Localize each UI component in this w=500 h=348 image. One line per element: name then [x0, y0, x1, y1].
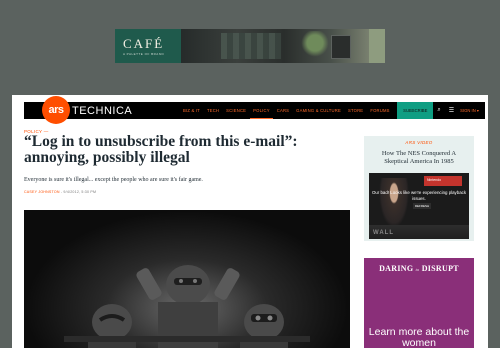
sidebar-ad[interactable]: DARING to DISRUPT Learn more about the w…: [364, 258, 474, 348]
ad-brand: CAFÉ: [123, 35, 165, 51]
video-thumbnail-person: [379, 178, 409, 228]
nav-forums[interactable]: Forums: [367, 102, 393, 119]
sidebar-ad-title: DARING to DISRUPT: [364, 264, 474, 273]
site-logo[interactable]: ars TECHNICA: [24, 95, 133, 124]
top-ad-banner[interactable]: CAFÉ A PALETTE OF BRAND: [115, 29, 385, 63]
nav-biz-it[interactable]: Biz & IT: [179, 102, 203, 119]
sidebar-ad-body: Learn more about the women: [368, 326, 470, 348]
top-nav: ars TECHNICA Biz & IT Tech Science Polic…: [24, 95, 485, 124]
article-headline: “Log in to unsubscribe from this e-mail”…: [24, 133, 298, 166]
ad-stove: [331, 35, 351, 59]
video-bar-text: WALL: [373, 230, 394, 236]
byline: Casey Johnston - 9/4/2012, 5:30 PM: [24, 190, 96, 194]
sign-in-link[interactable]: Sign in ▾: [458, 108, 485, 113]
nav-gaming-culture[interactable]: Gaming & Culture: [293, 102, 345, 119]
nav-cars[interactable]: Cars: [273, 102, 292, 119]
search-icon[interactable]: ⌕: [433, 107, 444, 114]
video-refresh-button[interactable]: REFRESH: [413, 203, 431, 209]
nav-policy[interactable]: Policy: [249, 102, 274, 119]
nav-store[interactable]: Store: [344, 102, 366, 119]
ad-tagline: A PALETTE OF BRAND: [123, 51, 165, 56]
video-thumbnail-screen: Nintendo: [424, 176, 462, 186]
ars-video-card[interactable]: Ars Video How The NES Conquered A Skepti…: [364, 136, 474, 241]
video-error-message: Our bad! Looks like we're experiencing p…: [371, 190, 467, 201]
logo-ars-circle: ars: [42, 95, 70, 124]
logo-wordmark: TECHNICA: [72, 104, 133, 117]
article-dek: Everyone is sure it's illegal... except …: [24, 177, 203, 183]
publish-date: - 9/4/2012, 5:30 PM: [60, 190, 97, 194]
video-title[interactable]: How The NES Conquered A Skeptical Americ…: [372, 150, 466, 166]
nav-science[interactable]: Science: [223, 102, 250, 119]
page: ars TECHNICA Biz & IT Tech Science Polic…: [12, 95, 488, 348]
sidebar-ad-title-to: to: [415, 267, 420, 272]
subscribe-button[interactable]: Subscribe: [397, 102, 434, 119]
sidebar-ad-title-right: DISRUPT: [421, 264, 459, 273]
menu-icon[interactable]: ☰: [445, 107, 458, 114]
author-link[interactable]: Casey Johnston: [24, 190, 60, 194]
video-lower-bar: WALL: [369, 225, 469, 239]
hero-image: [24, 210, 350, 348]
sidebar-ad-title-left: DARING: [379, 264, 414, 273]
nav-links: Biz & IT Tech Science Policy Cars Gaming…: [179, 102, 485, 119]
nav-tech[interactable]: Tech: [203, 102, 222, 119]
video-section-label: Ars Video: [405, 140, 433, 145]
ad-kitchen-image: [181, 29, 369, 63]
video-screen-text: Nintendo: [427, 178, 442, 182]
ad-shelf: [221, 33, 281, 59]
ad-edge: [369, 29, 385, 63]
ad-plant: [301, 31, 329, 61]
video-player[interactable]: Nintendo Our bad! Looks like we're exper…: [369, 173, 469, 239]
ad-brand-block: CAFÉ A PALETTE OF BRAND: [115, 29, 181, 63]
hero-robots-illustration: [64, 265, 310, 348]
